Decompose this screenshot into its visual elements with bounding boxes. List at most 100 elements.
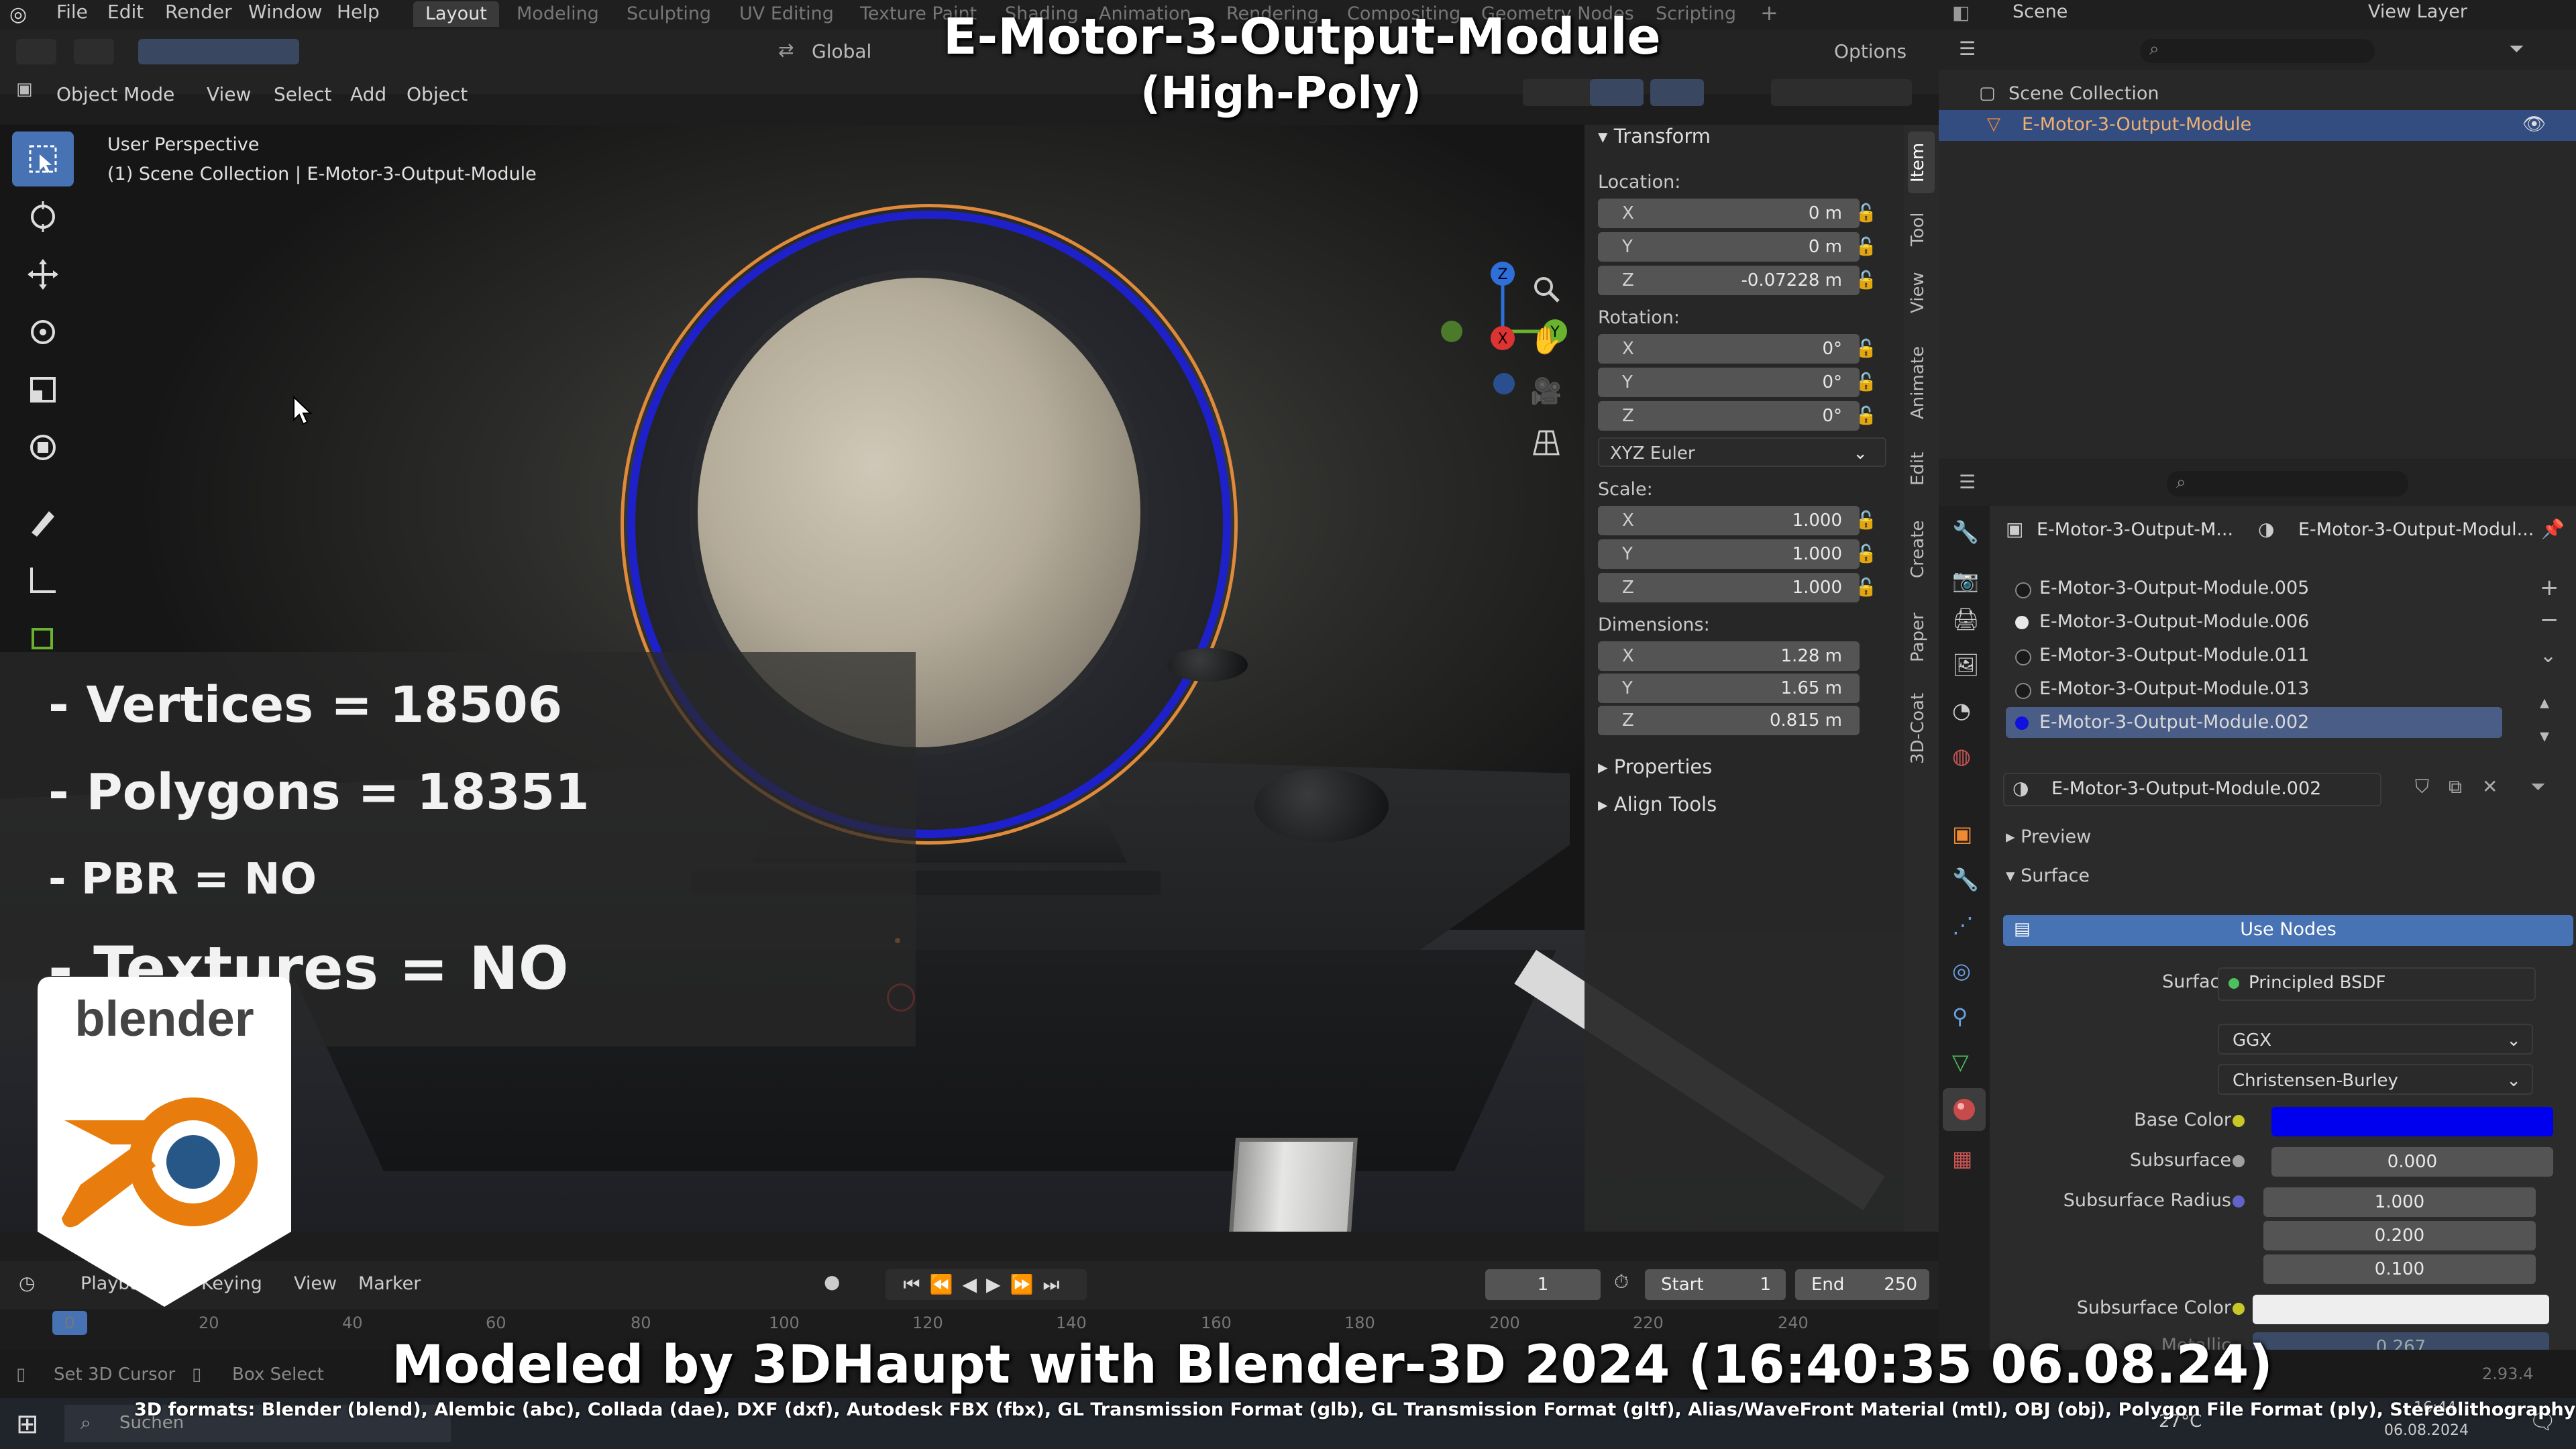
menu-render[interactable]: Render bbox=[165, 0, 232, 30]
start-frame-field[interactable]: Start 1 bbox=[1645, 1269, 1786, 1300]
subsurface-radius-z[interactable]: 0.100 bbox=[2263, 1254, 2536, 1284]
tab-paper[interactable]: Paper bbox=[1908, 604, 1935, 671]
move-down-icon[interactable]: ▾ bbox=[2540, 724, 2549, 747]
outliner-object-row[interactable]: ▽ E-Motor-3-Output-Module 👁 bbox=[1939, 110, 2576, 141]
cursor-tool-icon[interactable] bbox=[12, 189, 74, 244]
lock-icon[interactable]: 🔓 bbox=[1853, 334, 1880, 364]
lock-icon[interactable]: 🔓 bbox=[1853, 539, 1880, 569]
selection-mode-buttons[interactable] bbox=[138, 39, 299, 64]
rotate-tool-icon[interactable] bbox=[12, 305, 74, 360]
subsurface-field[interactable]: 0.000 bbox=[2271, 1147, 2553, 1177]
output-tab-icon[interactable]: 🖨 bbox=[1952, 606, 1980, 632]
collection-row[interactable]: ▢ Scene Collection bbox=[1939, 80, 2576, 110]
align-tools-panel-header[interactable]: ▸ Align Tools bbox=[1598, 793, 1717, 816]
constraints-tab-icon[interactable]: ⚲ bbox=[1952, 1004, 1968, 1029]
scale-x-field[interactable]: X 1.000 bbox=[1598, 506, 1860, 535]
measure-tool-icon[interactable] bbox=[12, 551, 74, 606]
shading-mode-buttons[interactable] bbox=[1771, 79, 1912, 106]
pin-icon[interactable]: 📌 bbox=[2541, 518, 2565, 540]
view-layer-name[interactable]: View Layer bbox=[2368, 1, 2467, 22]
dimension-y-field[interactable]: Y 1.65 m bbox=[1598, 674, 1860, 703]
surface-section-header[interactable]: ▾ Surface bbox=[2006, 865, 2090, 886]
scene-tab-icon[interactable]: ◔ bbox=[1952, 698, 1971, 723]
windows-start-icon[interactable]: ⊞ bbox=[16, 1409, 39, 1440]
material-slot[interactable]: E-Motor-3-Output-Module.013 bbox=[2006, 674, 2502, 704]
unlink-icon[interactable]: ✕ bbox=[2482, 775, 2498, 798]
add-slot-icon[interactable]: + bbox=[2540, 574, 2559, 601]
move-tool-icon[interactable] bbox=[12, 247, 74, 302]
gizmo-toggle-icon[interactable] bbox=[1590, 79, 1644, 106]
breadcrumb-object[interactable]: E-Motor-3-Output-M... bbox=[2037, 519, 2233, 540]
marker-menu[interactable]: Marker bbox=[358, 1273, 421, 1294]
record-icon[interactable]: ● bbox=[824, 1271, 840, 1293]
overlay-toggle-icon[interactable] bbox=[1650, 79, 1704, 106]
properties-search-input[interactable]: ⌕ bbox=[2167, 471, 2408, 496]
location-x-field[interactable]: X0 m bbox=[1598, 199, 1860, 228]
tab-view[interactable]: View bbox=[1908, 266, 1935, 319]
object-tab-icon[interactable]: ▣ bbox=[1952, 821, 1972, 847]
subsurface-radius-x[interactable]: 1.000 bbox=[2263, 1187, 2536, 1217]
data-tab-icon[interactable]: ▽ bbox=[1952, 1049, 1969, 1075]
duplicate-icon[interactable]: ⧉ bbox=[2449, 775, 2462, 798]
tab-tool[interactable]: Tool bbox=[1908, 203, 1935, 256]
playback-controls[interactable]: ⏮⏪◀▶⏩⏭ bbox=[885, 1269, 1087, 1300]
filter-icon[interactable]: ⏷ bbox=[2530, 775, 2545, 798]
subsurface-color-swatch[interactable] bbox=[2253, 1295, 2549, 1324]
tab-create[interactable]: Create bbox=[1908, 513, 1935, 586]
material-slot-active[interactable]: E-Motor-3-Output-Module.002 bbox=[2006, 707, 2502, 738]
material-slot[interactable]: E-Motor-3-Output-Module.006 bbox=[2006, 606, 2502, 637]
editor-type-icon[interactable]: ☰ bbox=[1959, 38, 1976, 60]
annotate-tool-icon[interactable] bbox=[12, 494, 74, 549]
tab-edit[interactable]: Edit bbox=[1908, 445, 1935, 492]
menu-help[interactable]: Help bbox=[337, 0, 380, 30]
texture-tab-icon[interactable]: ▦ bbox=[1952, 1146, 1972, 1171]
lock-icon[interactable]: 🔓 bbox=[1853, 368, 1880, 397]
view-layer-tab-icon[interactable]: 🖼 bbox=[1952, 652, 1980, 678]
menu-edit[interactable]: Edit bbox=[107, 0, 144, 30]
particles-tab-icon[interactable]: ⋰ bbox=[1952, 912, 1974, 938]
tab-item[interactable]: Item bbox=[1908, 131, 1935, 193]
menu-window[interactable]: Window bbox=[248, 0, 322, 30]
use-nodes-button[interactable]: ▤ Use Nodes bbox=[2003, 915, 2573, 946]
subsurface-radius-y[interactable]: 0.200 bbox=[2263, 1221, 2536, 1250]
camera-view-icon[interactable]: 🎥 bbox=[1523, 368, 1570, 415]
scale-z-field[interactable]: Z 1.000 bbox=[1598, 573, 1860, 602]
rotation-y-field[interactable]: Y 0° bbox=[1598, 368, 1860, 397]
modifier-tab-icon[interactable]: 🔧 bbox=[1952, 867, 1979, 892]
transform-orientation[interactable]: Global bbox=[812, 40, 871, 62]
visibility-icon[interactable] bbox=[1523, 79, 1597, 106]
slot-menu-icon[interactable]: ⌄ bbox=[2540, 644, 2557, 667]
editor-type-icon[interactable]: ☰ bbox=[1959, 471, 1976, 493]
options-dropdown[interactable]: Options bbox=[1834, 40, 1907, 62]
transform-tool-icon[interactable] bbox=[12, 420, 74, 475]
mode-dropdown[interactable]: Object Mode bbox=[56, 83, 174, 105]
current-frame-field[interactable]: 1 bbox=[1485, 1269, 1601, 1300]
timeline-view-menu[interactable]: View bbox=[294, 1273, 337, 1294]
render-tab-icon[interactable]: 📷 bbox=[1952, 568, 1979, 593]
add-menu[interactable]: Add bbox=[350, 83, 386, 105]
tab-modeling[interactable]: Modeling bbox=[504, 1, 611, 27]
properties-panel-header[interactable]: ▸ Properties bbox=[1598, 755, 1712, 778]
object-menu[interactable]: Object bbox=[407, 83, 468, 105]
material-tab-icon[interactable] bbox=[1943, 1088, 1986, 1131]
select-menu[interactable]: Select bbox=[274, 83, 331, 105]
location-z-field[interactable]: Z -0.07228 m bbox=[1598, 266, 1860, 295]
material-name-field[interactable]: E-Motor-3-Output-Module.002 bbox=[2051, 778, 2321, 799]
scene-name[interactable]: Scene bbox=[2012, 1, 2068, 22]
timeline-editor-icon[interactable]: ◷ bbox=[19, 1272, 35, 1294]
scale-tool-icon[interactable] bbox=[12, 362, 74, 417]
end-frame-field[interactable]: End 250 bbox=[1795, 1269, 1929, 1300]
material-slot[interactable]: E-Motor-3-Output-Module.005 bbox=[2006, 573, 2502, 604]
outliner-search-input[interactable]: ⌕ bbox=[2140, 39, 2375, 63]
select-mode-icon[interactable] bbox=[16, 39, 56, 64]
menu-file[interactable]: File bbox=[56, 0, 88, 30]
tab-layout[interactable]: Layout bbox=[413, 1, 499, 27]
filter-icon[interactable]: ⏷ bbox=[2509, 38, 2524, 60]
zoom-icon[interactable] bbox=[1523, 266, 1570, 313]
add-cube-tool-icon[interactable] bbox=[12, 609, 74, 664]
lock-icon[interactable]: 🔓 bbox=[1853, 232, 1880, 262]
fake-user-icon[interactable]: ⛉ bbox=[2415, 775, 2429, 798]
lock-icon[interactable]: 🔓 bbox=[1853, 401, 1880, 431]
lock-icon[interactable]: 🔓 bbox=[1853, 573, 1880, 602]
select-box-tool-icon[interactable] bbox=[12, 131, 74, 186]
